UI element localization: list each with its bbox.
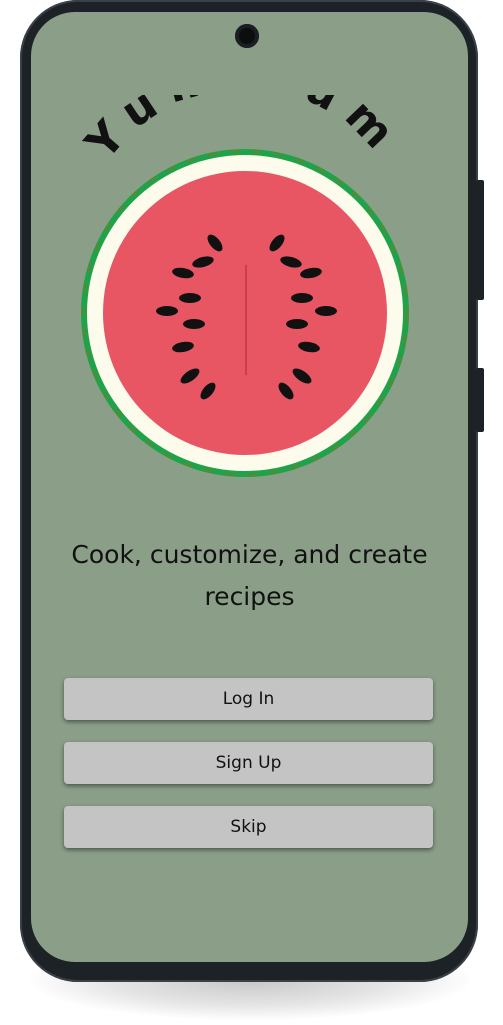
seed <box>183 319 205 329</box>
seed <box>315 306 337 316</box>
seed <box>291 293 313 303</box>
power-button <box>476 368 484 432</box>
tagline: Cook, customize, and create recipes <box>71 540 428 611</box>
seed <box>286 319 308 329</box>
volume-button <box>476 180 484 300</box>
seed <box>179 293 201 303</box>
signup-button[interactable]: Sign Up <box>64 742 433 784</box>
seed <box>156 306 178 316</box>
skip-button[interactable]: Skip <box>64 806 433 848</box>
front-camera <box>235 24 259 48</box>
watermelon-logo: Yum Yum <box>75 95 409 477</box>
login-button[interactable]: Log In <box>64 678 433 720</box>
